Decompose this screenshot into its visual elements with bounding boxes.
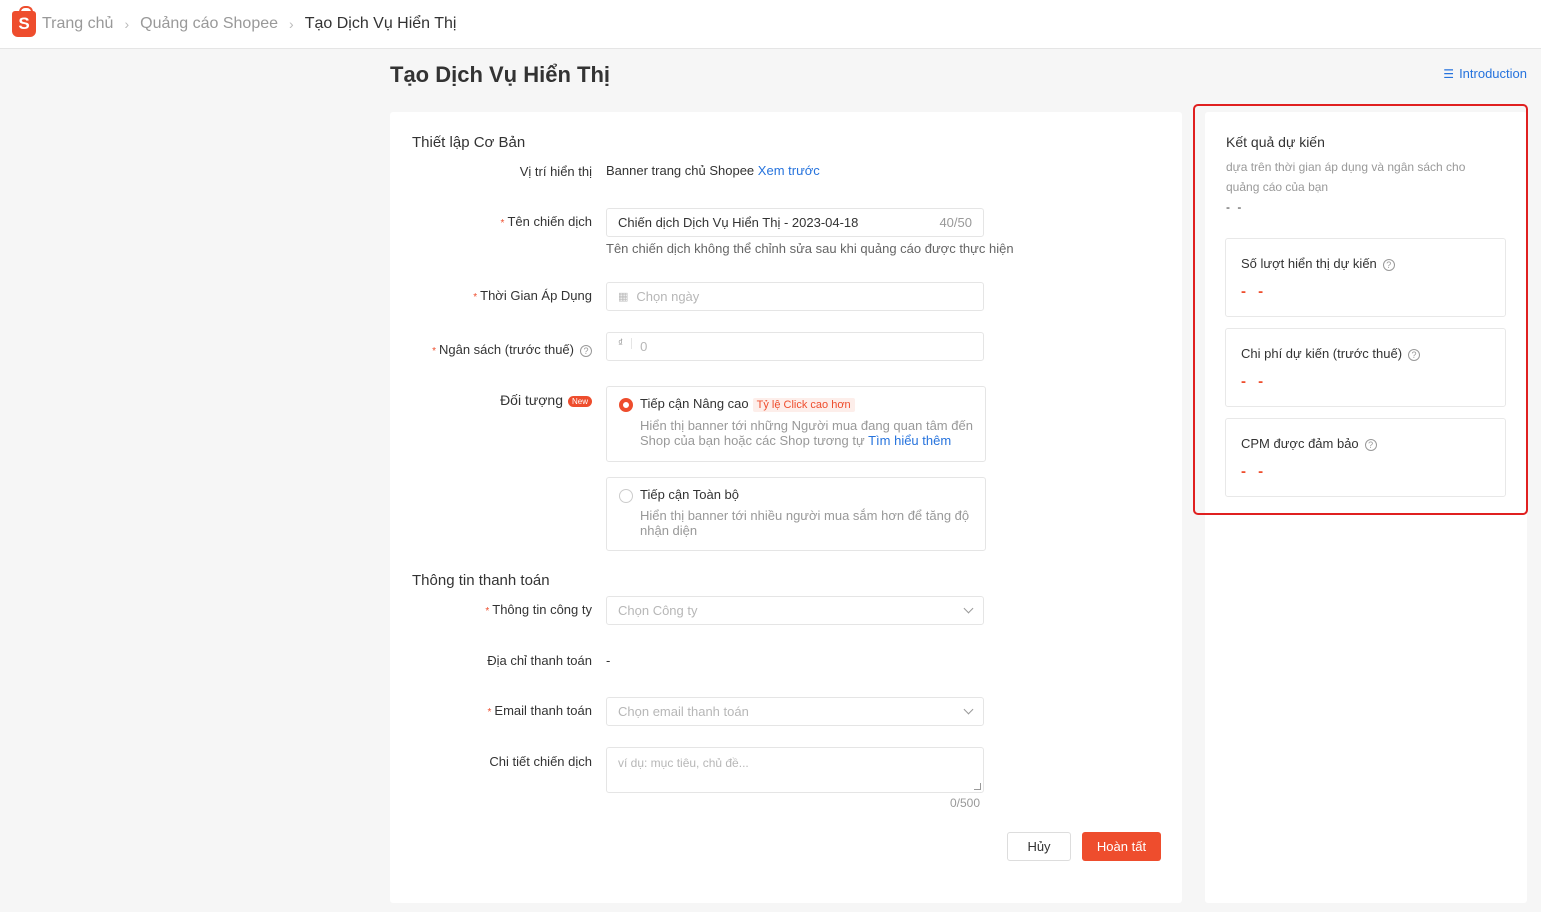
campaign-details-textarea[interactable]: ví dụ: mục tiêu, chủ đề... (606, 747, 984, 793)
help-icon[interactable]: ? (580, 344, 592, 357)
audience-label: Đối tượng New (500, 392, 592, 408)
cancel-button[interactable]: Hủy (1007, 832, 1071, 861)
budget-input[interactable]: ₫ 0 (606, 332, 984, 361)
forecast-subtitle: dựa trên thời gian áp dụng và ngân sách … (1226, 160, 1466, 194)
radio-selected[interactable] (619, 398, 633, 412)
payment-info-title: Thông tin thanh toán (412, 572, 550, 589)
campaign-name-label: * Tên chiến dịch (500, 214, 592, 229)
help-icon[interactable]: ? (1382, 258, 1395, 271)
top-bar: S Trang chủ › Quảng cáo Shopee › Tạo Dịc… (0, 0, 1541, 49)
chevron-down-icon (963, 603, 974, 614)
calendar-icon: ▦ (618, 291, 629, 303)
introduction-label: Introduction (1459, 66, 1527, 81)
metric-impressions: Số lượt hiển thị dự kiến? - - (1225, 238, 1506, 317)
breadcrumb-ads[interactable]: Quảng cáo Shopee (140, 15, 278, 33)
chevron-right-icon: › (289, 16, 294, 32)
billing-email-select[interactable]: Chọn email thanh toán (606, 697, 984, 726)
company-label: * Thông tin công ty (485, 602, 592, 617)
forecast-summary: - - (1226, 200, 1244, 214)
introduction-link[interactable]: ☰ Introduction (1443, 66, 1527, 81)
ctr-tag: Tỷ lệ Click cao hơn (752, 398, 855, 412)
budget-label: * Ngân sách (trước thuế)? (432, 342, 592, 357)
metric-cost: Chi phí dự kiến (trước thuế)? - - (1225, 328, 1506, 407)
preview-link[interactable]: Xem trước (758, 163, 820, 178)
audience-option-all[interactable]: Tiếp cận Toàn bộ Hiển thị banner tới nhi… (606, 477, 986, 551)
billing-email-label: * Email thanh toán (487, 703, 592, 718)
currency-symbol: ₫ (618, 338, 633, 349)
campaign-details-label: Chi tiết chiến dịch (489, 754, 592, 769)
campaign-form-card: Thiết lập Cơ Bản Vị trí hiển thị Banner … (390, 112, 1182, 903)
metric-cpm: CPM được đảm bảo? - - (1225, 418, 1506, 497)
radio-unselected[interactable] (619, 489, 633, 503)
campaign-name-input[interactable]: Chiến dịch Dịch Vụ Hiển Thị - 2023-04-18… (606, 208, 984, 237)
chevron-down-icon (963, 704, 974, 715)
basic-settings-title: Thiết lập Cơ Bản (412, 134, 526, 151)
breadcrumb-home[interactable]: Trang chủ (42, 15, 113, 33)
date-picker-input[interactable]: ▦ Chọn ngày (606, 282, 984, 311)
billing-address-value: - (606, 653, 611, 668)
page-title: Tạo Dịch Vụ Hiển Thị (390, 62, 611, 87)
submit-button[interactable]: Hoàn tất (1082, 832, 1161, 861)
help-icon[interactable]: ? (1408, 348, 1421, 361)
breadcrumb-current: Tạo Dịch Vụ Hiển Thị (304, 15, 457, 32)
chevron-right-icon: › (124, 16, 130, 32)
forecast-title: Kết quả dự kiến (1226, 134, 1325, 150)
resize-handle-icon[interactable] (974, 783, 981, 790)
help-icon[interactable]: ? (1364, 438, 1377, 451)
forecast-card: Kết quả dự kiến dựa trên thời gian áp dụ… (1205, 112, 1527, 903)
learn-more-link[interactable]: Tìm hiểu thêm (868, 433, 951, 448)
list-icon: ☰ (1443, 66, 1455, 81)
company-select[interactable]: Chọn Công ty (606, 596, 984, 625)
name-counter: 40/50 (939, 215, 972, 230)
new-badge: New (567, 395, 592, 407)
placement-label: Vị trí hiển thị (519, 164, 592, 179)
billing-address-label: Địa chỉ thanh toán (487, 653, 592, 668)
audience-option-advanced[interactable]: Tiếp cận Nâng cao Tỷ lệ Click cao hơn Hiể… (606, 386, 986, 462)
details-counter: 0/500 (950, 796, 981, 810)
shopee-logo-icon[interactable]: S (12, 6, 36, 37)
time-label: * Thời Gian Áp Dụng (473, 288, 592, 303)
placement-value: Banner trang chủ Shopee Xem trước (606, 163, 820, 178)
campaign-name-hint: Tên chiến dịch không thể chỉnh sửa sau k… (606, 241, 1014, 256)
